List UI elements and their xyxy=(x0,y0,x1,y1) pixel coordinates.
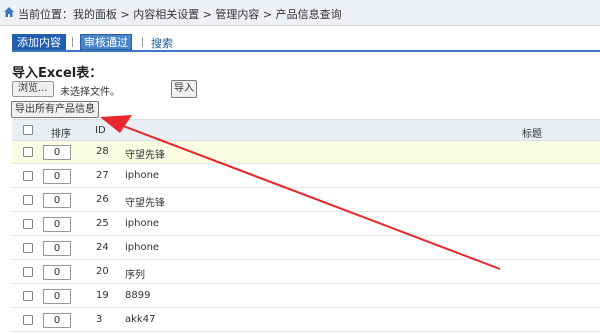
browse-file-button[interactable]: 浏览... xyxy=(12,81,54,97)
header-sort[interactable]: 排序 xyxy=(51,125,71,140)
row-checkbox[interactable] xyxy=(23,315,33,325)
row-id: 28 xyxy=(96,146,109,157)
sort-input[interactable]: 0 xyxy=(43,289,71,304)
row-title[interactable]: iphone xyxy=(125,170,159,181)
row-id: 26 xyxy=(96,194,109,205)
row-id: 20 xyxy=(96,266,109,277)
table-row: 0 3 akk47 xyxy=(12,309,600,332)
row-checkbox[interactable] xyxy=(23,147,33,157)
sort-input[interactable]: 0 xyxy=(43,241,71,256)
sort-input[interactable]: 0 xyxy=(43,265,71,280)
header-id[interactable]: ID xyxy=(95,125,106,136)
row-checkbox[interactable] xyxy=(23,219,33,229)
row-title[interactable]: 序列 xyxy=(125,266,145,281)
table-row: 0 27 iphone xyxy=(12,165,600,188)
sort-input[interactable]: 0 xyxy=(43,145,71,160)
tabs-underline xyxy=(12,50,600,52)
table-row: 0 19 8899 xyxy=(12,285,600,308)
table-row: 0 26 守望先锋 xyxy=(12,189,600,212)
table-header: 排序 ID 标题 xyxy=(12,119,600,141)
breadcrumb: 当前位置：我的面板 > 内容相关设置 > 管理内容 > 产品信息查询 xyxy=(18,8,342,21)
row-id: 19 xyxy=(96,290,109,301)
sort-input[interactable]: 0 xyxy=(43,169,71,184)
import-button[interactable]: 导入 xyxy=(171,80,197,98)
breadcrumb-bar: 当前位置：我的面板 > 内容相关设置 > 管理内容 > 产品信息查询 xyxy=(0,0,600,26)
approve-button[interactable]: 审核通过 xyxy=(80,34,132,50)
row-title[interactable]: akk47 xyxy=(125,314,155,325)
table-row: 0 25 iphone xyxy=(12,213,600,236)
row-checkbox[interactable] xyxy=(23,195,33,205)
select-all-checkbox[interactable] xyxy=(23,125,33,135)
file-status: 未选择文件。 xyxy=(60,87,120,98)
sort-input[interactable]: 0 xyxy=(43,193,71,208)
header-title[interactable]: 标题 xyxy=(522,125,542,140)
divider xyxy=(72,37,73,47)
import-excel-title: 导入Excel表： xyxy=(12,66,103,81)
divider xyxy=(142,37,143,47)
row-id: 3 xyxy=(96,314,103,325)
table-row: 0 20 序列 xyxy=(12,261,600,284)
sort-input[interactable]: 0 xyxy=(43,217,71,232)
row-checkbox[interactable] xyxy=(23,291,33,301)
export-all-products-button[interactable]: 导出所有产品信息 xyxy=(11,101,99,118)
row-checkbox[interactable] xyxy=(23,171,33,181)
row-id: 25 xyxy=(96,218,109,229)
search-link[interactable]: 搜索 xyxy=(151,35,173,51)
sort-input[interactable]: 0 xyxy=(43,313,71,328)
table-row: 0 24 iphone xyxy=(12,237,600,260)
row-id: 27 xyxy=(96,170,109,181)
home-icon[interactable] xyxy=(3,6,15,18)
row-title[interactable]: iphone xyxy=(125,218,159,229)
add-content-button[interactable]: 添加内容 xyxy=(12,34,66,50)
row-title[interactable]: 守望先锋 xyxy=(125,146,165,161)
row-checkbox[interactable] xyxy=(23,267,33,277)
table-row: 0 28 守望先锋 xyxy=(12,141,600,164)
row-id: 24 xyxy=(96,242,109,253)
row-checkbox[interactable] xyxy=(23,243,33,253)
row-title[interactable]: 8899 xyxy=(125,290,150,301)
row-title[interactable]: 守望先锋 xyxy=(125,194,165,209)
row-title[interactable]: iphone xyxy=(125,242,159,253)
